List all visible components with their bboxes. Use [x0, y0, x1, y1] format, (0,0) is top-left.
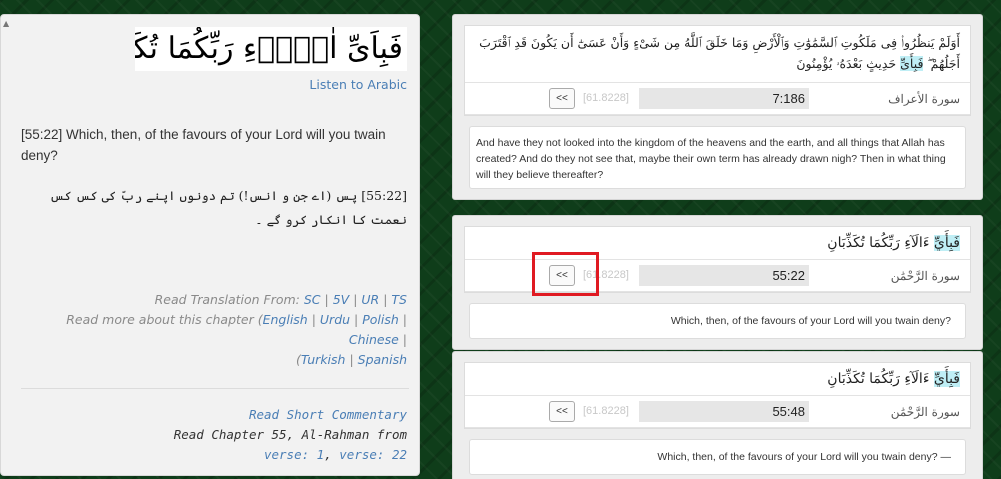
- translation-link-5v[interactable]: 5V: [333, 292, 350, 307]
- go-to-verse-button[interactable]: <<: [549, 88, 575, 109]
- reference-number: [61.8228]: [583, 405, 629, 417]
- surah-name: سورة الرَّحْمَٰن: [890, 269, 960, 283]
- verse-translation: And have they not looked into the kingdo…: [469, 126, 966, 189]
- translation-link-ts[interactable]: TS: [391, 292, 407, 307]
- arabic-verse: فَبِأَيِّ ءَالَآءِ رَبِّكُمَا تُكَذِّبَا…: [465, 363, 970, 395]
- highlight-annotation-box: [532, 252, 599, 296]
- verse-info-row: << [61.8228] 55:48 سورة الرَّحْمَٰن: [465, 395, 970, 428]
- short-commentary-link[interactable]: Read Short Commentary: [249, 407, 407, 422]
- chapter-link-turkish[interactable]: Turkish: [301, 352, 346, 367]
- arabic-verse-text: ءَالَآءِ رَبِّكُمَا تُكَذِّبَانِ: [827, 371, 930, 387]
- surah-name: سورة الأعراف: [888, 92, 960, 106]
- listen-arabic-link[interactable]: Listen to Arabic: [21, 77, 407, 92]
- verse-card-body: فَبِأَيِّ ءَالَآءِ رَبِّكُمَا تُكَذِّبَا…: [464, 362, 971, 429]
- verse-info-row: << [61.8228] 7:186 سورة الأعراف: [465, 82, 970, 115]
- commentary-section: Read Short Commentary Read Chapter 55, A…: [173, 407, 407, 462]
- go-to-verse-button[interactable]: <<: [549, 401, 575, 422]
- arabic-verse-rest: حَدِيثٍ بَعْدَهُۥ يُؤْمِنُونَ: [796, 56, 897, 71]
- arabic-verse-title: فَبِاَیِّ اٰلَاۤءِ رَبِّكُمَا تُكَذِّبٰن…: [135, 27, 407, 71]
- verse-link-1[interactable]: verse: 1: [264, 447, 324, 462]
- chapter-link-polish[interactable]: Polish: [362, 312, 399, 327]
- verse-card: أَوَلَمْ يَنظُرُوا۟ فِى مَلَكُوتِ ٱلسَّم…: [452, 14, 983, 200]
- arabic-verse: أَوَلَمْ يَنظُرُوا۟ فِى مَلَكُوتِ ٱلسَّم…: [465, 26, 970, 82]
- verse-translation: Which, then, of the favours of your Lord…: [469, 303, 966, 339]
- read-chapter-label: Read Chapter 55, Al-Rahman from: [173, 427, 407, 442]
- highlighted-word: فَبِأَيِّ: [933, 235, 960, 251]
- verse-number: 55:48: [639, 401, 809, 422]
- chapter-link-chinese[interactable]: Chinese: [349, 332, 399, 347]
- read-translation-label: Read Translation From:: [154, 292, 300, 307]
- urdu-translation: [55:22] پس (اے جن و انس!) تم دونوں اپنے …: [49, 188, 407, 227]
- surah-name: سورة الرَّحْمَٰن: [890, 405, 960, 419]
- verse-number: 55:22: [639, 265, 809, 286]
- translation-link-sc[interactable]: SC: [304, 292, 321, 307]
- chapter-link-spanish[interactable]: Spanish: [358, 352, 407, 367]
- highlighted-word: فَبِأَيِّ: [933, 371, 960, 387]
- read-more-chapter: Read more about this chapter (English | …: [66, 312, 407, 367]
- divider: [21, 388, 409, 389]
- english-translation: [55:22] Which, then, of the favours of y…: [21, 127, 386, 163]
- read-more-label: Read more about this chapter (: [66, 312, 263, 327]
- reference-number: [61.8228]: [583, 92, 629, 104]
- verse-detail-panel: ▲ فَبِاَیِّ اٰلَاۤءِ رَبِّكُمَا تُكَذِّب…: [0, 14, 420, 476]
- scroll-up-icon[interactable]: ▲: [3, 19, 9, 28]
- chapter-link-urdu[interactable]: Urdu: [320, 312, 350, 327]
- chapter-link-english[interactable]: English: [263, 312, 308, 327]
- highlighted-word: فَبِأَىِّ: [900, 56, 924, 71]
- verse-card: فَبِأَيِّ ءَالَآءِ رَبِّكُمَا تُكَذِّبَا…: [452, 351, 983, 479]
- verse-card-body: أَوَلَمْ يَنظُرُوا۟ فِى مَلَكُوتِ ٱلسَّم…: [464, 25, 971, 116]
- translation-link-ur[interactable]: UR: [361, 292, 379, 307]
- verse-translation: Which, then, of the favours of your Lord…: [469, 439, 966, 475]
- verse-number: 7:186: [639, 88, 809, 109]
- arabic-verse-text: ءَالَآءِ رَبِّكُمَا تُكَذِّبَانِ: [827, 235, 930, 251]
- verse-link-22[interactable]: verse: 22: [339, 447, 407, 462]
- read-translation-from: Read Translation From: SC | 5V | UR | TS: [154, 292, 407, 307]
